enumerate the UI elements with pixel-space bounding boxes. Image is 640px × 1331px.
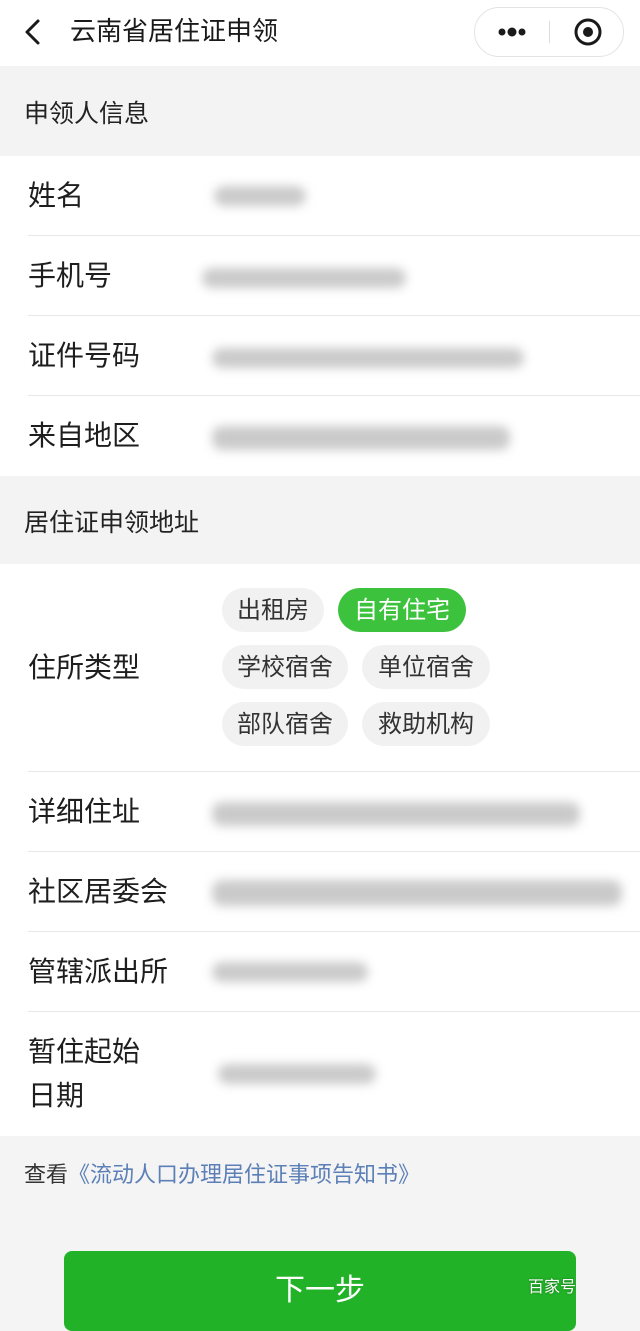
residence-option-relief-agency[interactable]: 救助机构	[362, 702, 490, 746]
section-header-applicant: 申领人信息	[0, 66, 640, 156]
blurred-value	[214, 186, 306, 206]
field-label: 手机号	[28, 259, 113, 292]
field-label: 住所类型	[28, 651, 141, 684]
section-header-address: 居住证申领地址	[0, 476, 640, 564]
watermark: 百家号	[528, 1277, 577, 1296]
field-row-start-date[interactable]: 暂住起始 日期	[0, 1012, 640, 1136]
mini-program-capsule	[474, 7, 624, 57]
blurred-value	[212, 348, 524, 368]
field-label: 管辖派出所	[28, 955, 169, 988]
navigation-bar: 云南省居住证申领	[0, 0, 640, 66]
field-label-line1: 暂住起始	[28, 1035, 141, 1068]
next-step-button[interactable]: 下一步	[64, 1251, 576, 1331]
notice-link[interactable]: 《流动人口办理居住证事项告知书》	[68, 1163, 420, 1188]
back-button[interactable]	[18, 14, 52, 50]
blurred-value	[212, 426, 510, 450]
more-button[interactable]	[475, 8, 549, 56]
section-title: 申领人信息	[24, 99, 150, 128]
field-row-residence-type: 住所类型 出租房 自有住宅 学校宿舍 单位宿舍 部队宿舍 救助机构	[0, 564, 640, 772]
chevron-left-icon	[25, 19, 40, 45]
residence-option-company-dorm[interactable]: 单位宿舍	[362, 645, 490, 689]
field-row-origin-region[interactable]: 来自地区	[0, 396, 640, 476]
residence-option-owned-selected[interactable]: 自有住宅	[338, 588, 466, 632]
field-row-police-station[interactable]: 管辖派出所	[0, 932, 640, 1012]
field-label: 详细住址	[28, 795, 141, 828]
field-label-line2: 日期	[28, 1079, 85, 1112]
notice-prefix: 查看	[24, 1163, 69, 1188]
target-icon	[574, 18, 602, 46]
blurred-value	[212, 880, 622, 906]
field-row-id-number[interactable]: 证件号码	[0, 316, 640, 396]
field-row-phone[interactable]: 手机号	[0, 236, 640, 316]
residence-option-military-dorm[interactable]: 部队宿舍	[222, 702, 348, 746]
close-mini-program-button[interactable]	[550, 8, 623, 56]
blurred-value	[212, 802, 580, 826]
residence-option-school-dorm[interactable]: 学校宿舍	[222, 645, 348, 689]
blurred-value	[202, 268, 406, 288]
section-title: 居住证申领地址	[24, 508, 200, 537]
blurred-value	[218, 1064, 376, 1084]
field-row-name[interactable]: 姓名	[0, 156, 640, 236]
field-row-community[interactable]: 社区居委会	[0, 852, 640, 932]
field-label: 来自地区	[28, 419, 141, 452]
blurred-value	[212, 962, 368, 982]
residence-option-rented[interactable]: 出租房	[222, 588, 324, 632]
page-title: 云南省居住证申领	[70, 17, 279, 47]
field-row-detailed-address[interactable]: 详细住址	[0, 772, 640, 852]
more-dots-icon	[498, 27, 526, 37]
field-label: 姓名	[28, 179, 85, 212]
notice-text: 查看《流动人口办理居住证事项告知书》	[24, 1160, 420, 1192]
field-label: 证件号码	[28, 339, 141, 372]
field-label: 社区居委会	[28, 875, 169, 908]
